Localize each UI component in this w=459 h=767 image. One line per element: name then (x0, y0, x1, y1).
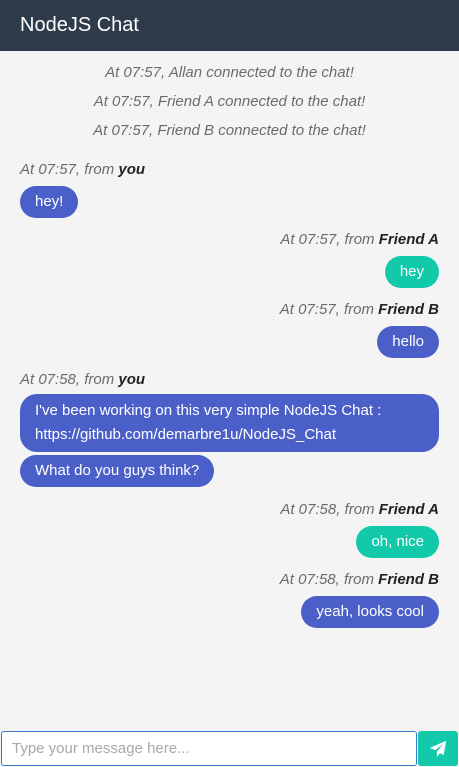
message-sender: you (118, 161, 146, 178)
system-message: At 07:57, Friend A connected to the chat… (93, 93, 366, 110)
message-bubble: oh, nice (356, 526, 439, 558)
paper-plane-icon (429, 740, 447, 757)
system-message: At 07:57, Friend B connected to the chat… (93, 122, 366, 139)
message-time: At 07:57, from (280, 231, 379, 248)
message-composer (0, 730, 459, 767)
message-meta: At 07:58, from you (20, 370, 145, 390)
message-time: At 07:58, from (280, 501, 379, 518)
message-meta: At 07:58, from Friend B (280, 570, 439, 590)
send-button[interactable] (418, 731, 458, 766)
message-bubble: hello (377, 326, 439, 358)
message-sender: Friend A (378, 501, 439, 518)
message-list[interactable]: At 07:57, Allan connected to the chat! A… (0, 51, 459, 730)
message-input[interactable] (1, 731, 417, 766)
message-sender: Friend B (378, 571, 439, 588)
message-time: At 07:57, from (20, 161, 119, 178)
chat-header: NodeJS Chat (0, 0, 459, 51)
message-sender: Friend A (378, 231, 439, 248)
message-bubble: hey! (20, 186, 79, 218)
message-meta: At 07:57, from Friend A (280, 230, 439, 250)
message-bubble: I've been working on this very simple No… (20, 394, 439, 452)
message-sender: you (118, 371, 146, 388)
message-bubble: hey (384, 256, 439, 288)
app-title: NodeJS Chat (20, 14, 139, 36)
message-sender: Friend B (378, 301, 439, 318)
message-bubble: yeah, looks cool (301, 596, 439, 628)
message-time: At 07:58, from (279, 571, 379, 588)
message-bubble: What do you guys think? (20, 455, 215, 487)
message-meta: At 07:58, from Friend A (280, 500, 439, 520)
system-message: At 07:57, Allan connected to the chat! (105, 64, 354, 81)
message-time: At 07:57, from (279, 301, 379, 318)
message-meta: At 07:57, from Friend B (280, 300, 439, 320)
message-time: At 07:58, from (20, 371, 119, 388)
message-meta: At 07:57, from you (20, 160, 145, 180)
